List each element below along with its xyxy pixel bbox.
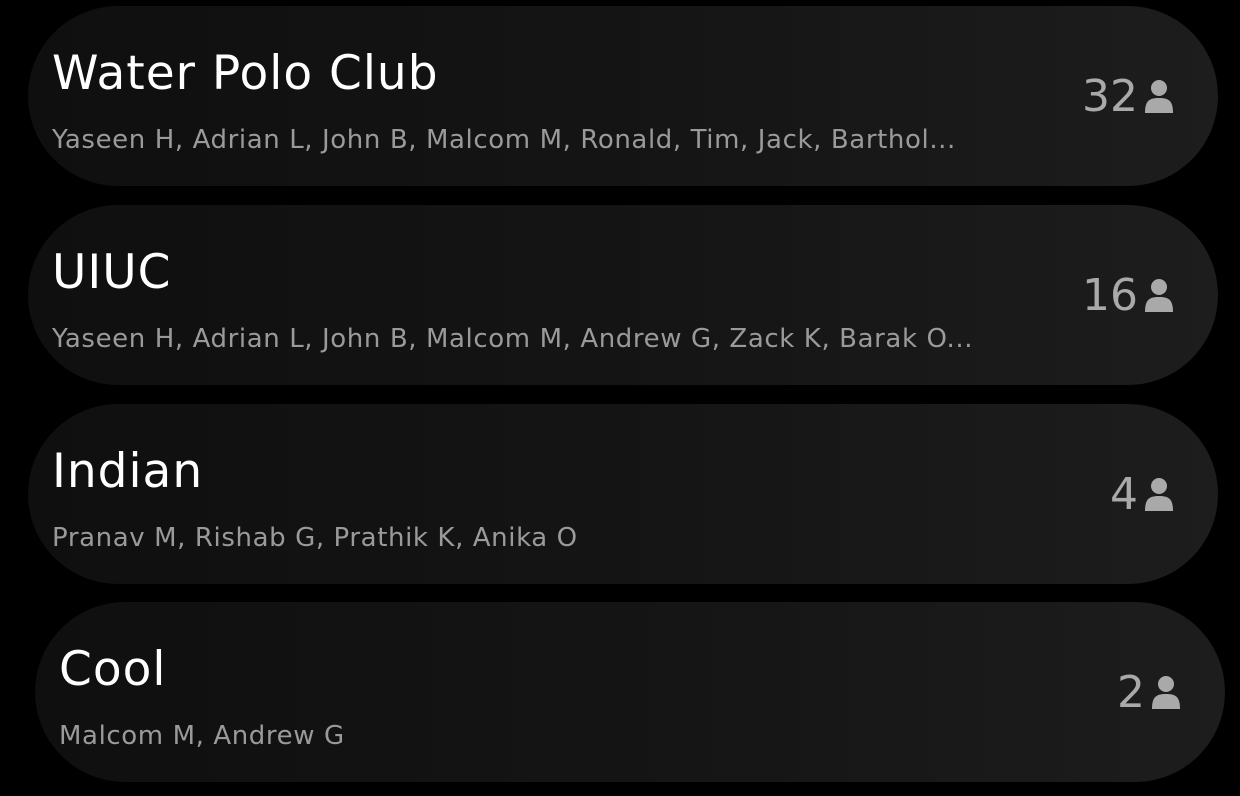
member-count-badge: 4	[1110, 473, 1174, 517]
person-icon	[1145, 80, 1173, 113]
group-members: Pranav M, Rishab G, Prathik K, Anika O	[52, 523, 578, 553]
group-members: Yaseen H, Adrian L, John B, Malcom M, Ro…	[52, 125, 956, 155]
group-name: Cool	[59, 642, 167, 697]
member-count: 4	[1110, 469, 1138, 520]
group-name: UIUC	[52, 245, 172, 300]
person-icon	[1145, 478, 1173, 511]
member-count-badge: 2	[1117, 671, 1181, 715]
group-members: Yaseen H, Adrian L, John B, Malcom M, An…	[52, 324, 974, 354]
member-count-badge: 16	[1082, 274, 1174, 318]
group-card-uiuc[interactable]: UIUC Yaseen H, Adrian L, John B, Malcom …	[28, 205, 1218, 385]
member-count: 2	[1117, 667, 1145, 718]
group-card-indian[interactable]: Indian Pranav M, Rishab G, Prathik K, An…	[28, 404, 1218, 584]
member-count: 32	[1082, 71, 1138, 122]
member-count: 16	[1082, 270, 1138, 321]
person-icon	[1152, 676, 1180, 709]
member-count-badge: 32	[1082, 75, 1174, 119]
person-icon	[1145, 279, 1173, 312]
group-name: Indian	[52, 444, 204, 499]
group-card-cool[interactable]: Cool Malcom M, Andrew G 2	[35, 602, 1225, 782]
group-card-water-polo-club[interactable]: Water Polo Club Yaseen H, Adrian L, John…	[28, 6, 1218, 186]
group-members: Malcom M, Andrew G	[59, 721, 345, 751]
group-list: Water Polo Club Yaseen H, Adrian L, John…	[0, 0, 1240, 796]
group-name: Water Polo Club	[52, 46, 439, 101]
